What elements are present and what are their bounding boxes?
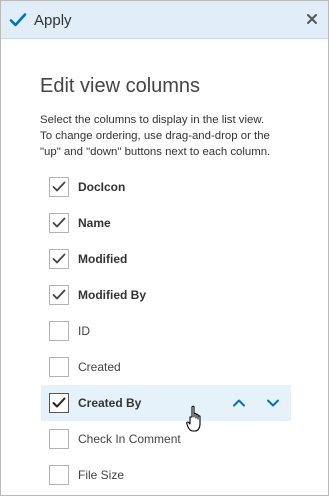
column-label: ID [78,324,90,338]
column-label: Created By [78,396,142,410]
apply-button[interactable]: Apply [9,8,72,32]
column-checkbox[interactable] [49,177,69,197]
edit-view-columns-panel: Apply Edit view columns Select the colum… [0,0,329,496]
column-checkbox[interactable] [49,249,69,269]
panel-title: Edit view columns [40,75,201,97]
column-list: DocIcon Name Modified Modified By ID Cre… [41,169,291,493]
column-row-modified[interactable]: Modified [41,241,291,277]
column-checkbox[interactable] [49,213,69,233]
column-label: Name [78,216,111,230]
hand-pointer-icon [186,405,206,433]
column-checkbox[interactable] [49,285,69,305]
column-row-created-by[interactable]: Created By [41,385,291,421]
column-label: Created [78,360,121,374]
checkmark-icon [9,12,27,28]
description-line: To change ordering, use drag-and-drop or… [40,130,270,142]
column-checkbox[interactable] [49,465,69,485]
panel-description: Select the columns to display in the lis… [40,112,300,160]
column-row-created[interactable]: Created [41,349,291,385]
column-row-docicon[interactable]: DocIcon [41,169,291,205]
column-checkbox[interactable] [49,429,69,449]
description-line: Select the columns to display in the lis… [40,114,265,126]
column-row-file-size[interactable]: File Size [41,457,291,493]
column-row-check-in-comment[interactable]: Check In Comment [41,421,291,457]
apply-label: Apply [34,11,72,29]
column-row-modified-by[interactable]: Modified By [41,277,291,313]
column-checkbox[interactable] [49,357,69,377]
column-label: Check In Comment [78,432,181,446]
column-row-name[interactable]: Name [41,205,291,241]
column-label: DocIcon [78,180,126,194]
description-line: "up" and "down" buttons next to each col… [40,146,271,158]
panel-toolbar: Apply [1,1,328,39]
column-label: File Size [78,468,125,482]
chevron-down-icon[interactable] [265,395,281,411]
column-checkbox[interactable] [49,321,69,341]
column-row-id[interactable]: ID [41,313,291,349]
chevron-up-icon[interactable] [231,395,247,411]
column-label: Modified [78,252,128,266]
column-label: Modified By [78,288,146,302]
close-icon[interactable] [305,12,319,26]
column-checkbox[interactable] [49,393,69,413]
